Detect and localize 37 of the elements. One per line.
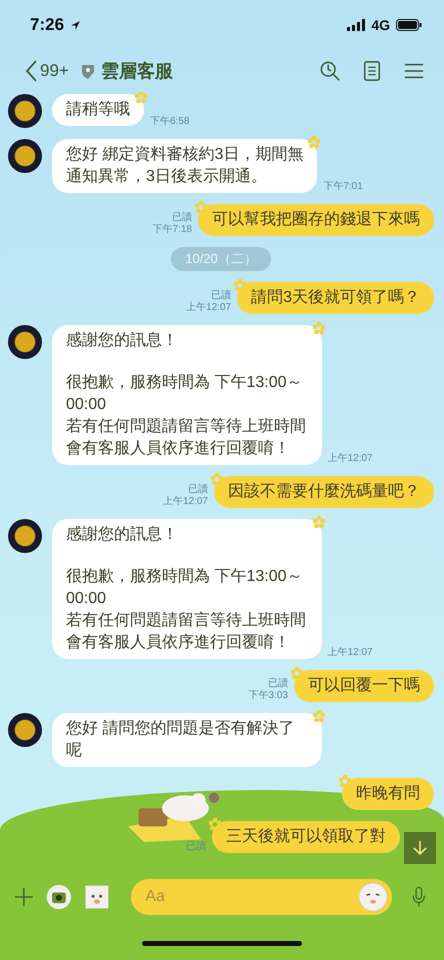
message-text: 感謝您的訊息！ xyxy=(66,524,179,545)
message-time: 下午3:03 xyxy=(248,690,288,702)
read-receipt: 已讀 xyxy=(188,484,208,496)
message-text: 若有任何問題請留言等待上班時間 xyxy=(66,610,307,631)
message-time: 上午12:07 xyxy=(328,453,373,465)
message-text: 很抱歉，服務時間為 下午13:00～00:00 xyxy=(66,372,304,415)
status-time: 7:26 xyxy=(30,15,64,35)
back-button[interactable]: 99+ xyxy=(26,60,69,82)
message-text: 昨晚有問 xyxy=(356,784,420,804)
message-text: 三天後就可以領取了對 xyxy=(226,826,386,847)
message-text: 若有任何問題請留言等待上班時間 xyxy=(66,416,307,437)
message-time: 上午12:07 xyxy=(328,647,373,659)
read-receipt: 已讀 xyxy=(211,290,232,302)
message-text: 因該不需要什麼洗碼量吧？ xyxy=(228,482,420,502)
message-text: 您好 綁定資料審核約3日，期間無 xyxy=(66,144,304,165)
message-time: 上午12:07 xyxy=(162,496,208,508)
date-separator: 10/20（二） xyxy=(171,247,271,271)
message-time: 下午7:18 xyxy=(152,224,192,236)
message-text: 會有客服人員依序進行回覆唷！ xyxy=(66,438,291,459)
message-text: 可以回覆一下嗎 xyxy=(308,676,420,696)
chat-title: 雲層客服 xyxy=(100,60,173,83)
message-input-field[interactable]: Aa xyxy=(131,879,392,915)
message-time: 上午12:07 xyxy=(186,302,232,314)
message-time: 下午7:01 xyxy=(323,181,363,193)
network-type: 4G xyxy=(371,17,390,33)
read-receipt: 已讀 xyxy=(186,841,206,853)
read-receipt: 已讀 xyxy=(268,678,288,690)
message-text: 通知異常，3日後表示開通。 xyxy=(66,166,268,187)
message-text: 感謝您的訊息！ xyxy=(66,330,179,351)
message-time: 下午6:58 xyxy=(150,116,190,128)
message-text: 請問3天後就可領了嗎？ xyxy=(251,288,420,308)
read-receipt: 已讀 xyxy=(172,212,192,224)
message-text: 可以幫我把圈存的錢退下來嗎 xyxy=(212,210,420,230)
message-text: 會有客服人員依序進行回覆唷！ xyxy=(66,632,291,653)
message-text: 很抱歉，服務時間為 下午13:00～00:00 xyxy=(66,566,304,609)
message-text: 您好 請問您的問題是否有解決了呢 xyxy=(66,718,296,761)
message-text: 請稍等哦 xyxy=(66,100,130,120)
